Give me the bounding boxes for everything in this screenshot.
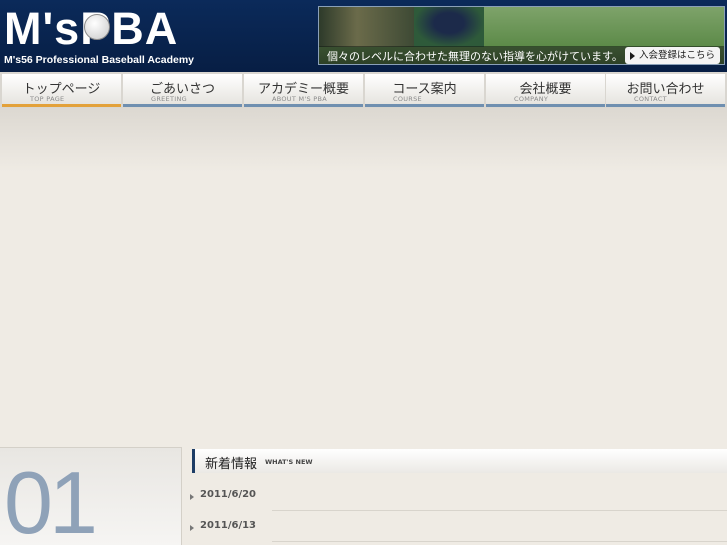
- banner-photo-cap: [414, 7, 484, 47]
- join-registration-button[interactable]: 入会登録はこちら: [624, 47, 720, 64]
- main-nav: トップページ TOP PAGE ごあいさつ GREETING アカデミー概要 A…: [0, 72, 727, 108]
- news-item[interactable]: 2011/6/13: [190, 515, 727, 543]
- nav-item-about[interactable]: アカデミー概要 ABOUT M'S PBA: [244, 74, 363, 107]
- news-title: 新着情報: [205, 457, 258, 472]
- logo-subtitle: M's56 Professional Baseball Academy: [4, 54, 195, 66]
- nav-sublabel: COMPANY: [514, 95, 549, 103]
- nav-item-top-page[interactable]: トップページ TOP PAGE: [2, 74, 121, 107]
- banner-photo-field: [484, 7, 724, 47]
- nav-item-course[interactable]: コース案内 COURSE: [365, 74, 484, 107]
- news-divider: [272, 541, 727, 542]
- caret-right-icon: [190, 525, 194, 531]
- header-banner[interactable]: 個々のレベルに合わせた無理のない指導を心がけています。 入会登録はこちら: [318, 6, 725, 65]
- nav-item-greeting[interactable]: ごあいさつ GREETING: [123, 74, 242, 107]
- site-header: M'sPBA M's56 Professional Baseball Acade…: [0, 0, 727, 72]
- nav-sublabel: GREETING: [151, 95, 187, 103]
- nav-sublabel: CONTACT: [634, 95, 667, 103]
- caret-right-icon: [190, 494, 194, 500]
- nav-sublabel: TOP PAGE: [30, 95, 65, 103]
- news-date: 2011/6/13: [200, 520, 257, 531]
- nav-sublabel: ABOUT M'S PBA: [272, 95, 328, 103]
- news-item[interactable]: 2011/6/20: [190, 484, 727, 512]
- banner-photo-coaching: [319, 7, 414, 47]
- news-divider: [272, 510, 727, 511]
- news-date: 2011/6/20: [200, 489, 257, 500]
- news-heading: 新着情報 WHAT'S NEW: [192, 449, 727, 473]
- nav-sublabel: COURSE: [393, 95, 422, 103]
- news-subtitle: WHAT'S NEW: [265, 458, 313, 466]
- nav-item-contact[interactable]: お問い合わせ CONTACT: [606, 74, 725, 107]
- section-number: 01: [4, 453, 98, 545]
- site-logo[interactable]: M'sPBA M's56 Professional Baseball Acade…: [4, 6, 194, 68]
- nav-label: コース案内: [392, 82, 457, 97]
- banner-caption: 個々のレベルに合わせた無理のない指導を心がけています。: [327, 50, 623, 63]
- content-top-shade: [0, 108, 727, 172]
- baseball-icon: [84, 14, 110, 40]
- news-section: 新着情報 WHAT'S NEW 2011/6/20 2011/6/13: [190, 447, 727, 545]
- nav-item-company[interactable]: 会社概要 COMPANY: [486, 74, 605, 107]
